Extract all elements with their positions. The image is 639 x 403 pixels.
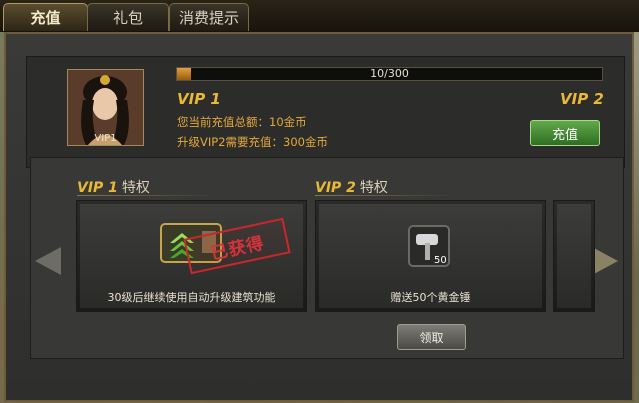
item-count-badge: 50 <box>434 255 447 266</box>
arrow-left-icon[interactable] <box>35 247 61 275</box>
privileges-box: VIP 1 特权 VIP 2 特权 30级后继续使用自动升级建筑功能 50 赠送… <box>30 157 624 359</box>
vip2-label: VIP 2 <box>315 180 356 196</box>
arrow-right-icon[interactable] <box>592 247 618 275</box>
next-vip-level: VIP 2 <box>560 90 604 108</box>
privilege-card-vip2: 50 赠送50个黄金锤 <box>315 200 546 312</box>
upgrade-requirement-text: 升级VIP2需要充值：300金币 <box>177 135 328 149</box>
privilege-desc-vip2: 赠送50个黄金锤 <box>390 291 471 304</box>
main-panel: VIP1 10/300 VIP 1 VIP 2 您当前充值总额：10金币 升级V… <box>4 32 634 402</box>
divider <box>77 195 217 196</box>
vip-progress-bar: 10/300 <box>176 67 603 81</box>
avatar: VIP1 <box>67 69 144 146</box>
current-vip-level: VIP 1 <box>177 90 221 108</box>
portrait-vip-label: VIP1 <box>94 133 117 144</box>
vip2-privilege-title: VIP 2 特权 <box>315 177 388 197</box>
claim-button[interactable]: 领取 <box>397 324 466 350</box>
tab-bar: 充值 礼包 消费提示 <box>0 0 639 32</box>
vip1-privilege-title: VIP 1 特权 <box>77 177 150 197</box>
vip1-label: VIP 1 <box>77 180 118 196</box>
tab-gift-pack[interactable]: 礼包 <box>87 3 169 31</box>
privilege-desc-vip1: 30级后继续使用自动升级建筑功能 <box>107 291 276 304</box>
divider <box>315 195 455 196</box>
tab-consumption-tips[interactable]: 消费提示 <box>169 3 249 31</box>
recharge-button[interactable]: 充值 <box>530 120 600 146</box>
vip-status-box: VIP1 10/300 VIP 1 VIP 2 您当前充值总额：10金币 升级V… <box>26 56 625 168</box>
tab-recharge[interactable]: 充值 <box>3 3 88 31</box>
total-recharge-text: 您当前充值总额：10金币 <box>177 115 307 129</box>
privilege-card-vip3-partial <box>553 200 595 312</box>
progress-text: 10/300 <box>370 67 409 80</box>
vip2-title-label: 特权 <box>359 180 388 196</box>
vip1-title-label: 特权 <box>121 180 150 196</box>
card-inner <box>557 204 591 308</box>
